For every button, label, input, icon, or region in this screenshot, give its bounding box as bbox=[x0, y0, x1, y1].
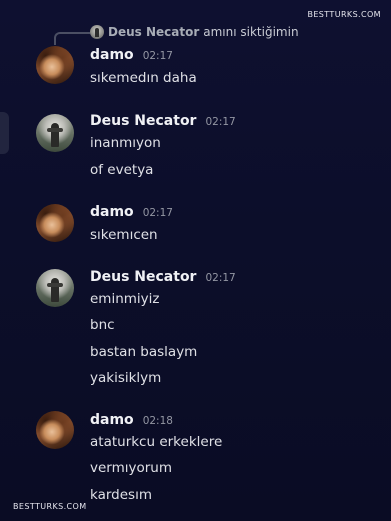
avatar[interactable] bbox=[36, 46, 74, 84]
avatar[interactable] bbox=[36, 204, 74, 242]
username[interactable]: Deus Necator bbox=[90, 269, 196, 285]
watermark-bottom: BESTTURKS.COM bbox=[13, 502, 87, 511]
message-text: bastan baslaym bbox=[90, 344, 198, 360]
message-text: of evetya bbox=[90, 162, 154, 178]
username[interactable]: damo bbox=[90, 47, 134, 63]
reply-author[interactable]: Deus Necator bbox=[108, 25, 199, 39]
message-text: sıkemıcen bbox=[90, 227, 158, 243]
message-header: damo 02:17 bbox=[90, 204, 173, 220]
message-text: bnc bbox=[90, 317, 115, 333]
message-text: ataturkcu erkeklere bbox=[90, 434, 223, 450]
reply-preview[interactable]: Deus Necator amını siktiğimin bbox=[90, 25, 299, 39]
message-text: sıkemedın daha bbox=[90, 70, 197, 86]
avatar[interactable] bbox=[36, 411, 74, 449]
reply-text: amını siktiğimin bbox=[203, 25, 299, 39]
message-text: yakisiklym bbox=[90, 370, 162, 386]
watermark-top: BESTTURKS.COM bbox=[307, 10, 381, 19]
username[interactable]: damo bbox=[90, 412, 134, 428]
message-text: kardesım bbox=[90, 487, 152, 503]
timestamp: 02:17 bbox=[205, 116, 236, 128]
timestamp: 02:17 bbox=[142, 50, 173, 62]
message-header: Deus Necator 02:17 bbox=[90, 269, 236, 285]
reply-connector bbox=[54, 32, 90, 45]
reply-avatar bbox=[90, 25, 104, 39]
message-header: damo 02:18 bbox=[90, 412, 173, 428]
username[interactable]: damo bbox=[90, 204, 134, 220]
avatar[interactable] bbox=[36, 114, 74, 152]
timestamp: 02:17 bbox=[205, 272, 236, 284]
timestamp: 02:18 bbox=[142, 415, 173, 427]
message-text: vermıyorum bbox=[90, 460, 173, 476]
message-header: damo 02:17 bbox=[90, 47, 173, 63]
timestamp: 02:17 bbox=[142, 207, 173, 219]
avatar[interactable] bbox=[36, 269, 74, 307]
username[interactable]: Deus Necator bbox=[90, 113, 196, 129]
message-text: inanmıyon bbox=[90, 135, 161, 151]
message-text: eminmiyiz bbox=[90, 291, 160, 307]
message-header: Deus Necator 02:17 bbox=[90, 113, 236, 129]
sidebar-edge bbox=[0, 112, 9, 154]
